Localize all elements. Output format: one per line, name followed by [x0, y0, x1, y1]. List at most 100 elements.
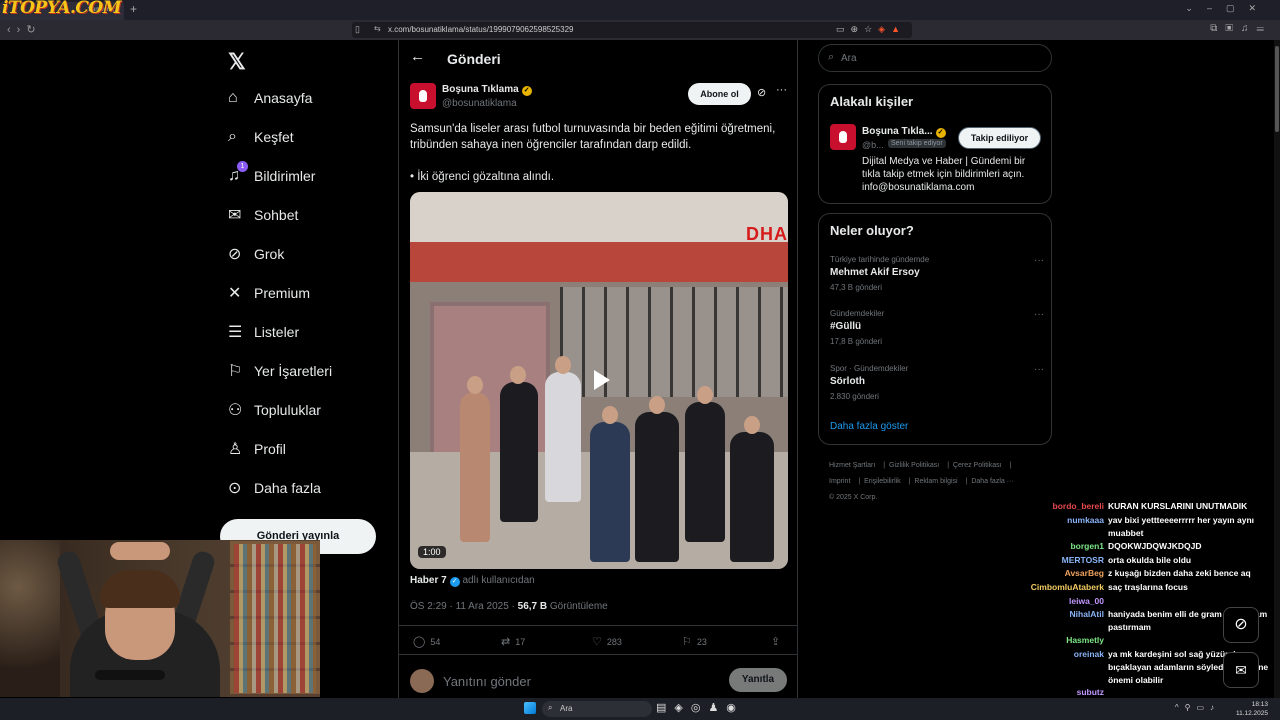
- reply-input[interactable]: Yanıtını gönder: [443, 674, 531, 689]
- subscribe-button[interactable]: Abone ol: [688, 83, 751, 105]
- nav-label: Premium: [254, 285, 311, 301]
- messages-float-icon[interactable]: ✉: [1223, 652, 1259, 688]
- more-options-icon[interactable]: ···: [776, 84, 787, 96]
- footer-link[interactable]: Gizlilik Politikası: [889, 462, 939, 469]
- footer-link[interactable]: Daha fazla ···: [971, 478, 1013, 485]
- relevant-person-avatar[interactable]: [830, 124, 856, 150]
- nav-home[interactable]: ⌂ Anasayfa: [220, 80, 390, 116]
- chat-username: NihalAtil: [1069, 609, 1104, 619]
- bookmark-page-icon[interactable]: ▯: [355, 24, 360, 35]
- url-box[interactable]: ▯ ⇆ x.com/bosunatiklama/status/199907906…: [352, 22, 912, 38]
- person-icon: ♙: [228, 441, 243, 458]
- trend-more-icon[interactable]: ···: [1034, 364, 1044, 375]
- footer-link[interactable]: Çerez Politikası: [953, 462, 1002, 469]
- back-arrow-icon[interactable]: ←: [410, 48, 425, 65]
- footer-link[interactable]: Hizmet Şartları: [829, 462, 875, 469]
- nav-label: Yer İşaretleri: [254, 363, 333, 379]
- video-player[interactable]: DHA 1:00: [410, 192, 788, 569]
- relevant-person-name[interactable]: Boşuna Tıkla... ✓: [862, 126, 946, 138]
- search-input[interactable]: ⌕ Ara: [818, 44, 1052, 72]
- reply-action[interactable]: ◯ 54: [413, 635, 440, 648]
- reply-count: 54: [430, 637, 441, 647]
- window-controls[interactable]: ⌄–▢✕: [1185, 3, 1270, 14]
- trend-more-icon[interactable]: ···: [1034, 309, 1044, 320]
- footer-link[interactable]: Erişilebilirlik: [864, 478, 901, 485]
- nav-label: Keşfet: [254, 129, 294, 145]
- nav-communities[interactable]: ⚇ Topluluklar: [220, 392, 390, 428]
- author-avatar[interactable]: [410, 83, 436, 109]
- author-name[interactable]: Boşuna Tıklama ✓: [442, 84, 532, 96]
- trend-posts: 47,3 B gönderi: [830, 283, 883, 292]
- figure: [500, 382, 538, 522]
- follows-you-badge: Seni takip ediyor: [888, 139, 946, 148]
- brave-shield-icon: ◈: [878, 24, 892, 34]
- nav-label: Sohbet: [254, 207, 299, 223]
- verified-gold-icon: ✓: [935, 128, 946, 138]
- nav-chat[interactable]: ✉ Sohbet: [220, 197, 390, 233]
- bookmark-icon: ⚐: [228, 363, 243, 380]
- browser-nav-buttons[interactable]: ‹›↻: [7, 23, 42, 36]
- site-settings-icon[interactable]: ⇆: [374, 24, 381, 33]
- nav-profile[interactable]: ♙ Profil: [220, 431, 390, 467]
- repost-action[interactable]: ⇄ 17: [501, 635, 525, 648]
- trend-item[interactable]: Gündemdekiler #Güllü 17,8 B gönderi ···: [830, 309, 1044, 346]
- tweet-time[interactable]: ÖS 2:29 · 11 Ara 2025 ·: [410, 601, 518, 612]
- new-tab-icon[interactable]: +: [130, 2, 137, 16]
- share-action[interactable]: ⇪: [771, 635, 785, 648]
- footer-link[interactable]: Imprint: [829, 478, 850, 485]
- browser-address-bar: ‹›↻ ▯ ⇆ x.com/bosunatiklama/status/19990…: [0, 20, 1280, 40]
- share-icon: ⇪: [771, 636, 781, 648]
- nav-notifications[interactable]: ♫ 1 Bildirimler: [220, 158, 390, 194]
- nav-lists[interactable]: ☰ Listeler: [220, 314, 390, 350]
- nav-explore[interactable]: ⌕ Keşfet: [220, 119, 390, 155]
- verified-blue-icon: ✓: [449, 577, 460, 587]
- following-button[interactable]: Takip ediliyor: [958, 127, 1041, 149]
- nav-bookmarks[interactable]: ⚐ Yer İşaretleri: [220, 353, 390, 389]
- taskbar-search[interactable]: ⌕ Ara: [542, 701, 652, 717]
- relevant-person-name-text: Boşuna Tıkla...: [862, 126, 933, 137]
- like-action[interactable]: ♡ 283: [592, 635, 622, 648]
- taskbar-apps[interactable]: ▤◈◎♟◉: [656, 701, 744, 714]
- nav-more[interactable]: ⊙ Daha fazla: [220, 470, 390, 506]
- play-icon[interactable]: [588, 368, 612, 392]
- relevant-person-handle[interactable]: @b...: [862, 140, 884, 150]
- like-count: 283: [606, 637, 622, 647]
- tweet-text-line-1: Samsun'da liseler arası futbol turnuvası…: [410, 123, 776, 151]
- reply-icon: ◯: [413, 636, 426, 648]
- trend-posts: 2.830 gönderi: [830, 392, 879, 401]
- list-icon: ☰: [228, 324, 243, 341]
- system-tray-icons[interactable]: ^⚲▭♪: [1175, 703, 1220, 712]
- taskbar-search-placeholder: Ara: [560, 704, 573, 713]
- bookmark-action[interactable]: ⚐ 23: [682, 635, 707, 648]
- url-text[interactable]: x.com/bosunatiklama/status/1999079062598…: [388, 25, 573, 34]
- trend-name: Sörloth: [830, 376, 865, 387]
- clock-time: 18:13: [1251, 701, 1268, 708]
- nav-premium[interactable]: ✕ Premium: [220, 275, 390, 311]
- nav-grok[interactable]: ⊘ Grok: [220, 236, 390, 272]
- tweet-text-line-2: • İki öğrenci gözaltına alındı.: [410, 171, 555, 183]
- reply-button[interactable]: Yanıtla: [729, 668, 787, 692]
- scrollbar-thumb[interactable]: [1275, 46, 1279, 132]
- trend-item[interactable]: Türkiye tarihinde gündemde Mehmet Akif E…: [830, 255, 1044, 292]
- trend-item[interactable]: Spor · Gündemdekiler Sörloth 2.830 gönde…: [830, 364, 1044, 401]
- browser-toolbar-icons[interactable]: ⧉▣♫☰: [1210, 23, 1272, 34]
- grok-explain-icon[interactable]: ⊘: [757, 86, 766, 99]
- url-action-icons[interactable]: ▭⊕☆◈▲: [836, 24, 906, 35]
- show-more-link[interactable]: Daha fazla göster: [830, 421, 908, 432]
- verified-gold-icon: ✓: [521, 86, 532, 96]
- chat-username: CimbomluAtaberk: [1030, 582, 1104, 592]
- video-scene-crowd: [440, 332, 780, 562]
- chat-message: CimbomluAtaberk saç traşlarına focus: [1020, 581, 1280, 594]
- windows-start-icon[interactable]: [524, 702, 536, 714]
- more-circle-icon: ⊙: [228, 480, 242, 497]
- trend-more-icon[interactable]: ···: [1034, 255, 1044, 266]
- search-icon: ⌕: [548, 703, 553, 712]
- author-handle[interactable]: @bosunatiklama: [442, 98, 517, 109]
- scrollbar[interactable]: [1274, 40, 1280, 698]
- video-duration: 1:00: [418, 546, 446, 558]
- grok-float-icon[interactable]: ⊘: [1223, 607, 1259, 643]
- source-name[interactable]: Haber 7: [410, 575, 447, 586]
- x-logo-icon[interactable]: 𝕏: [228, 49, 246, 75]
- footer-link[interactable]: Reklam bilgisi: [914, 478, 957, 485]
- repost-count: 17: [515, 637, 526, 647]
